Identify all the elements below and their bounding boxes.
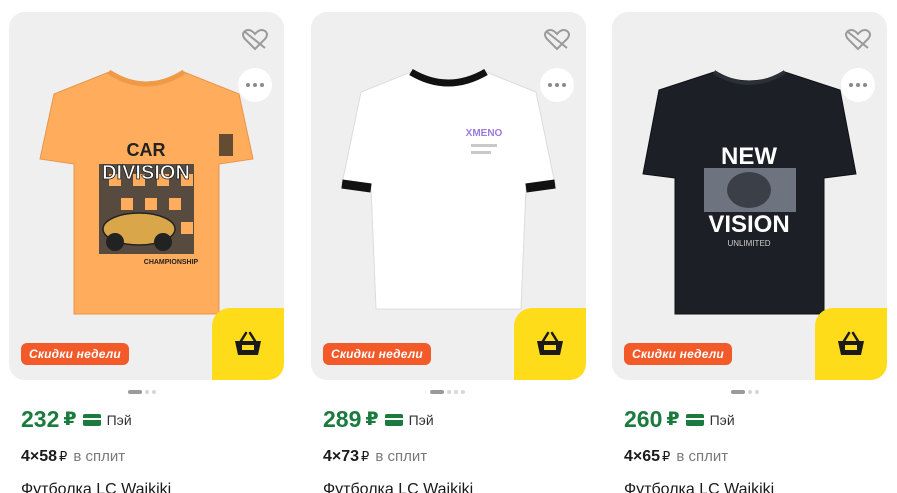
product-title[interactable]: Футболка LC Waikiki [323, 481, 473, 493]
pager-dot [128, 390, 142, 394]
split-row: 4×58 ₽ в сплит [21, 448, 125, 466]
tshirt-image: XMENO [341, 68, 556, 310]
price-row: 232 ₽ Пэй [21, 406, 132, 433]
pager-dot [447, 390, 451, 394]
price-row: 260 ₽ Пэй [624, 406, 735, 433]
more-dot [863, 83, 867, 87]
photo-pager [731, 390, 759, 394]
card-icon [82, 413, 101, 426]
shirt-print-sub: UNLIMITED [727, 239, 770, 248]
discount-badge: Скидки недели [624, 343, 732, 365]
more-dot [246, 83, 250, 87]
pay-label: Пэй [106, 411, 132, 428]
pager-dot [454, 390, 458, 394]
more-dot [856, 83, 860, 87]
currency: ₽ [63, 409, 77, 430]
price: 289 [323, 406, 362, 432]
product-photo[interactable]: CAR DIVISION CHAMPIONSHIP Скидки недели [9, 12, 284, 380]
favorite-icon[interactable] [240, 26, 270, 54]
split-amount: 4×65 [624, 448, 661, 465]
favorite-icon[interactable] [843, 26, 873, 54]
more-dot [849, 83, 853, 87]
price: 260 [624, 406, 663, 432]
product-grid: CAR DIVISION CHAMPIONSHIP Скидки недели … [0, 0, 897, 493]
shirt-print-line-1: XMENO [466, 128, 503, 139]
favorite-icon[interactable] [542, 26, 572, 54]
split-row: 4×73 ₽ в сплит [323, 448, 427, 466]
product-card[interactable]: XMENO Скидки недели 289 ₽ Пэй 4×73 ₽ в с… [311, 12, 586, 493]
more-options-button[interactable] [841, 68, 875, 102]
price-row: 289 ₽ Пэй [323, 406, 434, 433]
add-to-cart-button[interactable] [212, 308, 284, 380]
split-currency: ₽ [361, 449, 370, 464]
split-amount: 4×58 [21, 448, 58, 465]
more-options-button[interactable] [238, 68, 272, 102]
add-to-cart-button[interactable] [514, 308, 586, 380]
shirt-print-line-1: NEW [721, 143, 777, 170]
product-photo[interactable]: XMENO Скидки недели [311, 12, 586, 380]
shirt-print-line-1: CAR [127, 140, 166, 160]
basket-icon [235, 331, 261, 355]
basket-icon [838, 331, 864, 355]
more-dot [260, 83, 264, 87]
pager-dot [748, 390, 752, 394]
product-photo[interactable]: NEW VISION UNLIMITED Скидки недели [612, 12, 887, 380]
more-dot [555, 83, 559, 87]
more-dot [562, 83, 566, 87]
pay-label: Пэй [709, 411, 735, 428]
photo-pager [128, 390, 156, 394]
split-amount: 4×73 [323, 448, 360, 465]
photo-pager [430, 390, 465, 394]
more-dot [548, 83, 552, 87]
split-currency: ₽ [59, 449, 68, 464]
pager-dot [152, 390, 156, 394]
currency: ₽ [365, 409, 379, 430]
split-currency: ₽ [662, 449, 671, 464]
tshirt-image: CAR DIVISION CHAMPIONSHIP [39, 69, 254, 315]
more-dot [253, 83, 257, 87]
pager-dot [755, 390, 759, 394]
shirt-print-line-2: DIVISION [102, 162, 190, 184]
basket-icon [537, 331, 563, 355]
card-icon [685, 413, 704, 426]
shirt-print-sub: CHAMPIONSHIP [144, 259, 199, 266]
more-options-button[interactable] [540, 68, 574, 102]
discount-badge: Скидки недели [323, 343, 431, 365]
product-card[interactable]: NEW VISION UNLIMITED Скидки недели 260 ₽… [612, 12, 887, 493]
split-label: в сплит [375, 448, 428, 465]
pager-dot [731, 390, 745, 394]
pager-dot [430, 390, 444, 394]
discount-badge: Скидки недели [21, 343, 129, 365]
pay-label: Пэй [408, 411, 434, 428]
card-icon [384, 413, 403, 426]
pager-dot [461, 390, 465, 394]
currency: ₽ [666, 409, 680, 430]
shirt-print-line-2: VISION [708, 211, 789, 238]
add-to-cart-button[interactable] [815, 308, 887, 380]
product-card[interactable]: CAR DIVISION CHAMPIONSHIP Скидки недели … [9, 12, 284, 493]
split-label: в сплит [676, 448, 729, 465]
product-title[interactable]: Футболка LC Waikiki [21, 481, 171, 493]
product-title[interactable]: Футболка LC Waikiki [624, 481, 774, 493]
price: 232 [21, 406, 60, 432]
tshirt-image: NEW VISION UNLIMITED [642, 70, 857, 315]
split-label: в сплит [73, 448, 126, 465]
pager-dot [145, 390, 149, 394]
split-row: 4×65 ₽ в сплит [624, 448, 728, 466]
